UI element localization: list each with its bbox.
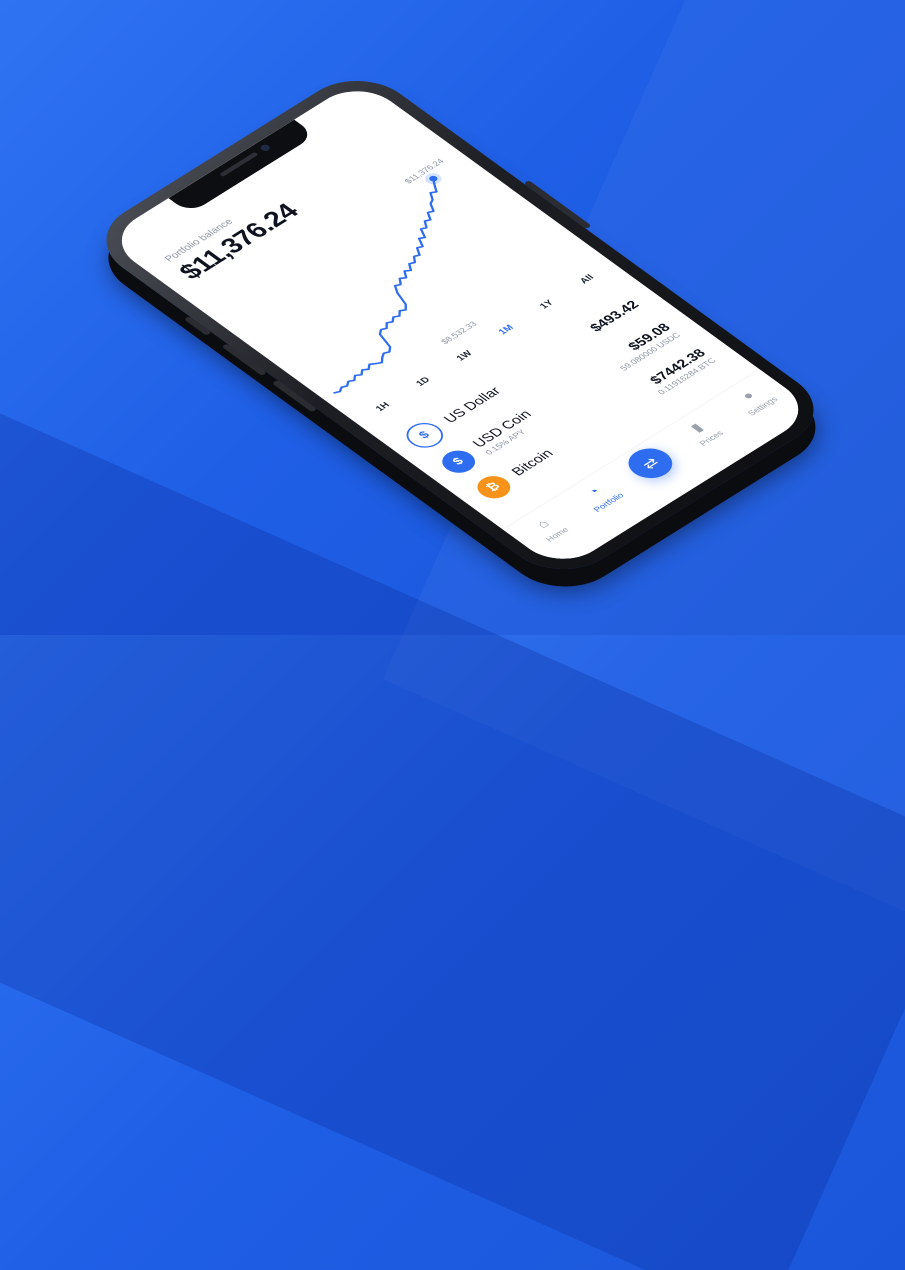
swap-icon[interactable]: ⇄	[619, 442, 682, 485]
home-icon: ⌂	[532, 516, 553, 531]
front-camera	[258, 143, 272, 153]
usdc-icon: $	[435, 446, 482, 478]
range-1y[interactable]: 1Y	[529, 293, 563, 316]
range-1m[interactable]: 1M	[488, 318, 523, 342]
range-all[interactable]: All	[569, 268, 604, 291]
tab-home[interactable]: ⌂ Home	[515, 506, 582, 551]
range-1w[interactable]: 1W	[446, 344, 482, 368]
range-1d[interactable]: 1D	[406, 370, 441, 393]
tab-portfolio[interactable]: ◔ Portfolio	[567, 474, 634, 519]
range-1h[interactable]: 1H	[365, 395, 400, 418]
notch	[168, 119, 316, 214]
tab-swap[interactable]: ⇄	[618, 442, 687, 488]
tab-settings[interactable]: ● Settings	[721, 378, 788, 423]
user-icon: ●	[738, 388, 758, 403]
tab-prices[interactable]: ▮ Prices	[669, 410, 736, 455]
pie-chart-icon: ◔	[584, 484, 604, 499]
bar-chart-icon: ▮	[687, 420, 707, 435]
bitcoin-icon: ₿	[470, 471, 518, 503]
phone-mockup: Portfolio balance $11,376.24 $11,376.24 …	[82, 64, 838, 586]
